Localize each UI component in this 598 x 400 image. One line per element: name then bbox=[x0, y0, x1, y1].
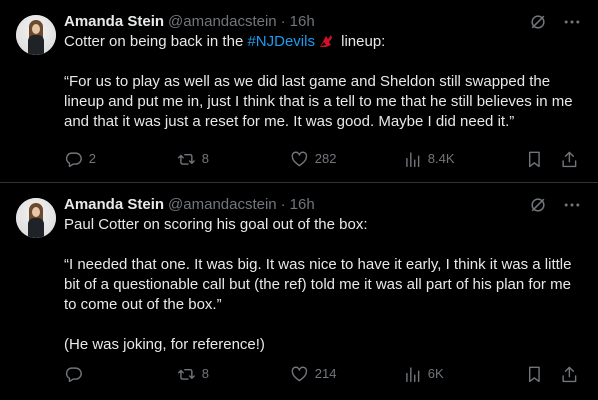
author-handle[interactable]: @amandacstein bbox=[168, 12, 277, 32]
tweet-header: Amanda Stein @amandacstein · 16h bbox=[64, 195, 582, 215]
more-icon[interactable] bbox=[562, 195, 582, 215]
reply-button[interactable]: 2 bbox=[64, 150, 177, 169]
separator-dot: · bbox=[280, 13, 286, 30]
hashtag-link[interactable]: #NJDevils bbox=[247, 33, 315, 50]
tweet[interactable]: Amanda Stein @amandacstein · 16h Cotter … bbox=[0, 0, 598, 183]
tweet-quote: “I needed that one. It was big. It was n… bbox=[64, 256, 572, 313]
tweet-quote: “For us to play as well as we did last g… bbox=[64, 73, 573, 130]
views-count: 6K bbox=[427, 366, 444, 381]
tweet-note: (He was joking, for reference!) bbox=[64, 336, 265, 353]
reply-icon bbox=[65, 367, 82, 382]
views-count: 8.4K bbox=[427, 151, 455, 166]
nj-devils-logo-icon bbox=[319, 35, 332, 47]
reply-button[interactable] bbox=[64, 365, 177, 384]
views-icon bbox=[406, 152, 420, 167]
tweet-text: Cotter on being back in the #NJDevils li… bbox=[64, 32, 582, 132]
share-icon bbox=[562, 151, 577, 167]
views-icon bbox=[406, 367, 420, 382]
avatar[interactable] bbox=[16, 198, 56, 238]
heart-icon bbox=[291, 151, 308, 166]
author-name[interactable]: Amanda Stein bbox=[64, 195, 164, 215]
bookmark-icon bbox=[528, 366, 540, 382]
heart-icon bbox=[291, 366, 308, 381]
timeline-feed: Amanda Stein @amandacstein · 16h Cotter … bbox=[0, 0, 598, 400]
views-button[interactable]: 8.4K bbox=[403, 150, 525, 169]
timestamp[interactable]: 16h bbox=[290, 12, 315, 32]
more-icon[interactable] bbox=[562, 12, 582, 32]
tweet-lead-text: Cotter on being back in the bbox=[64, 33, 248, 50]
author-name[interactable]: Amanda Stein bbox=[64, 12, 164, 32]
grok-icon[interactable] bbox=[528, 12, 548, 32]
retweet-button[interactable]: 8 bbox=[177, 365, 290, 384]
share-icon bbox=[562, 366, 577, 382]
bookmark-button[interactable] bbox=[525, 365, 544, 384]
like-count: 282 bbox=[314, 151, 337, 166]
share-button[interactable] bbox=[560, 365, 579, 384]
avatar[interactable] bbox=[16, 15, 56, 55]
tweet-header: Amanda Stein @amandacstein · 16h bbox=[64, 12, 582, 32]
bookmark-icon bbox=[528, 151, 540, 167]
tweet-text: Paul Cotter on scoring his goal out of t… bbox=[64, 215, 582, 355]
like-button[interactable]: 282 bbox=[290, 150, 403, 169]
tweet-actions: 8 214 6K bbox=[64, 364, 582, 384]
retweet-count: 8 bbox=[201, 366, 209, 381]
tweet-actions: 2 8 282 8.4K bbox=[64, 149, 582, 169]
author-handle[interactable]: @amandacstein bbox=[168, 195, 277, 215]
grok-icon[interactable] bbox=[528, 195, 548, 215]
share-button[interactable] bbox=[560, 150, 579, 169]
tweet-lead-text: Paul Cotter on scoring his goal out of t… bbox=[64, 216, 368, 233]
tweet-trail-text: lineup: bbox=[336, 33, 386, 50]
retweet-button[interactable]: 8 bbox=[177, 150, 290, 169]
like-count: 214 bbox=[314, 366, 337, 381]
tweet[interactable]: Amanda Stein @amandacstein · 16h Paul Co… bbox=[0, 183, 598, 400]
reply-count: 2 bbox=[88, 151, 96, 166]
retweet-count: 8 bbox=[201, 151, 209, 166]
tweet-top-actions bbox=[528, 195, 582, 215]
bookmark-button[interactable] bbox=[525, 150, 544, 169]
like-button[interactable]: 214 bbox=[290, 365, 403, 384]
tweet-top-actions bbox=[528, 12, 582, 32]
views-button[interactable]: 6K bbox=[403, 365, 525, 384]
reply-icon bbox=[65, 152, 82, 167]
retweet-icon bbox=[177, 153, 195, 165]
timestamp[interactable]: 16h bbox=[290, 195, 315, 215]
separator-dot: · bbox=[280, 196, 286, 213]
retweet-icon bbox=[177, 368, 195, 380]
